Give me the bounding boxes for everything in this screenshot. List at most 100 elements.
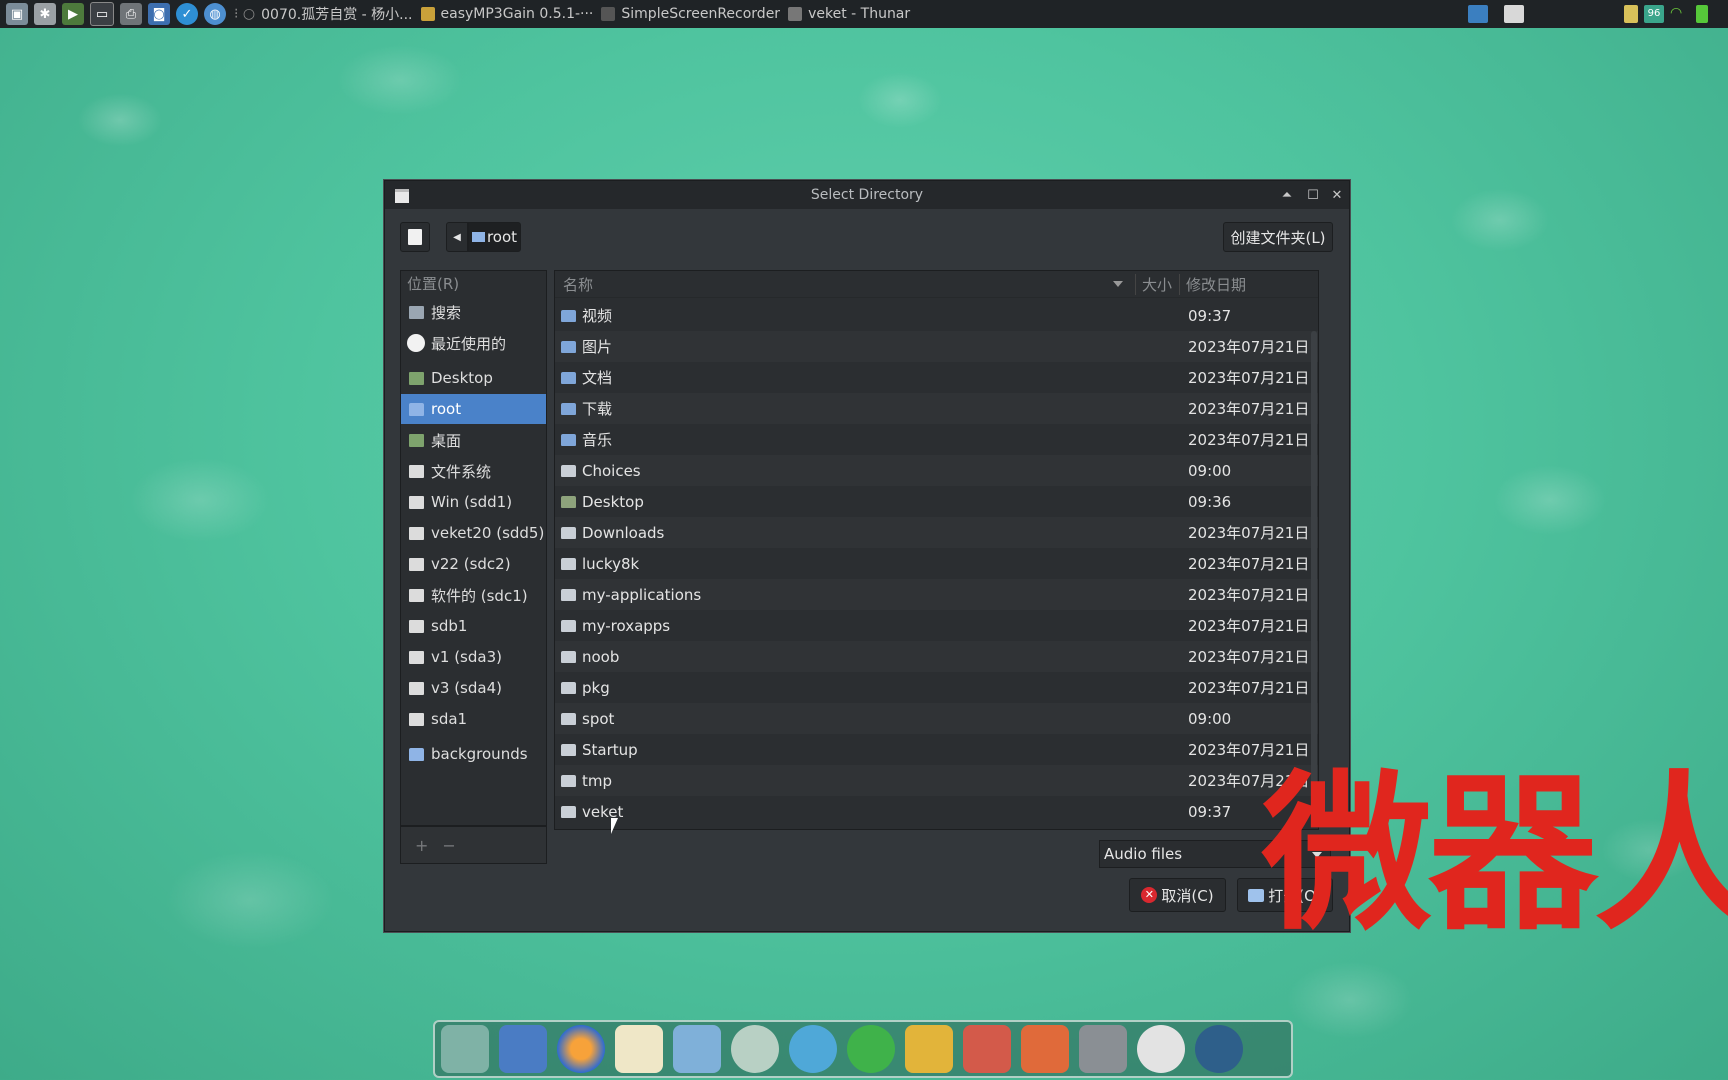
show-desktop-icon[interactable] [1504, 5, 1524, 23]
column-modified[interactable]: 修改日期 [1179, 273, 1246, 295]
file-row[interactable]: Choices 09:00 [555, 455, 1318, 486]
file-row[interactable]: my-roxapps 2023年07月21日 [555, 610, 1318, 641]
maximize-icon[interactable]: ☐ [1303, 185, 1323, 205]
file-row[interactable]: my-applications 2023年07月21日 [555, 579, 1318, 610]
close-icon[interactable]: ✕ [1327, 185, 1347, 205]
folder-icon [561, 557, 576, 570]
file-row[interactable]: tmp 2023年07月21日 [555, 765, 1318, 796]
place-sda3[interactable]: v1 (sda3) [401, 642, 546, 672]
app-menu-icon[interactable]: ▣ [6, 3, 28, 25]
globe-icon[interactable] [1195, 1025, 1243, 1073]
task-label: easyMP3Gain 0.5.1-··· [440, 6, 594, 22]
screenshot-icon[interactable]: ◙ [148, 3, 170, 25]
place-sdb1[interactable]: sdb1 [401, 611, 546, 641]
folder-icon [471, 232, 485, 242]
place-desktop[interactable]: Desktop [401, 363, 546, 393]
file-row[interactable]: lucky8k 2023年07月21日 [555, 548, 1318, 579]
file-name: Choices [582, 461, 641, 480]
file-row[interactable]: veket 09:37 [555, 796, 1318, 827]
file-row[interactable]: Startup 2023年07月21日 [555, 734, 1318, 765]
place-label: 桌面 [431, 431, 462, 450]
place-recent[interactable]: 最近使用的 [401, 328, 546, 358]
folder-icon [561, 619, 576, 632]
notepad-icon[interactable] [615, 1025, 663, 1073]
play-icon[interactable]: ▶ [62, 3, 84, 25]
sort-arrow-icon [1113, 281, 1123, 287]
file-date: 2023年07月21日 [1188, 524, 1310, 542]
task-music-player[interactable]: ⁝ ○ 0070.孤芳自赏 - 杨小... [234, 4, 413, 24]
drive-icon [409, 681, 424, 695]
check-circle-icon[interactable]: ✓ [176, 3, 198, 25]
edit-location-button[interactable] [400, 222, 430, 252]
path-root-button[interactable]: root [468, 222, 521, 252]
add-place-button[interactable]: + [415, 836, 428, 855]
clipboard-icon[interactable] [1624, 5, 1638, 23]
file-date: 2023年07月21日 [1188, 679, 1310, 697]
image-viewer-icon[interactable] [673, 1025, 721, 1073]
file-row[interactable]: 音乐 2023年07月21日 [555, 424, 1318, 455]
cancel-button[interactable]: ✕ 取消(C) [1129, 878, 1226, 912]
atom-icon[interactable] [789, 1025, 837, 1073]
place-search[interactable]: 搜索 [401, 297, 546, 327]
place-sdc1[interactable]: 软件的 (sdc1) [401, 580, 546, 610]
create-folder-button[interactable]: 创建文件夹(L) [1223, 222, 1333, 252]
column-name[interactable]: 名称 [563, 274, 1113, 295]
rocket-icon[interactable] [1021, 1025, 1069, 1073]
file-name: noob [582, 647, 620, 666]
battery-icon[interactable] [1696, 5, 1708, 23]
media-player-icon[interactable] [847, 1025, 895, 1073]
place-sda4[interactable]: v3 (sda4) [401, 673, 546, 703]
task-thunar[interactable]: veket - Thunar [788, 6, 910, 22]
file-date: 09:36 [1188, 492, 1232, 511]
place-sdc2[interactable]: v22 (sdc2) [401, 549, 546, 579]
file-date: 09:37 [1188, 802, 1232, 821]
place-desktop-cn[interactable]: 桌面 [401, 425, 546, 455]
shade-icon[interactable]: ⏶ [1277, 185, 1297, 205]
firefox-icon[interactable] [557, 1025, 605, 1073]
file-name: Downloads [582, 523, 665, 542]
notes-icon[interactable] [905, 1025, 953, 1073]
folder-icon [561, 712, 576, 725]
file-row[interactable]: 下载 2023年07月21日 [555, 393, 1318, 424]
place-sda1[interactable]: sda1 [401, 704, 546, 734]
drive-icon[interactable] [1079, 1025, 1127, 1073]
file-row[interactable]: Desktop 09:36 [555, 486, 1318, 517]
music-icon[interactable] [731, 1025, 779, 1073]
place-sdd1[interactable]: Win (sdd1) [401, 487, 546, 517]
printer-icon[interactable]: ⎙ [120, 3, 142, 25]
globe-icon[interactable]: ◍ [204, 3, 226, 25]
place-label: sdb1 [431, 617, 468, 635]
file-row[interactable]: 文档 2023年07月21日 [555, 362, 1318, 393]
task-easymp3gain[interactable]: easyMP3Gain 0.5.1-··· [420, 6, 594, 22]
place-root[interactable]: root [401, 394, 546, 424]
desktop-switch-icon[interactable] [1468, 5, 1488, 23]
column-size[interactable]: 大小 [1135, 273, 1179, 295]
file-row[interactable]: pkg 2023年07月21日 [555, 672, 1318, 703]
title-bar[interactable]: Select Directory ⏶ ☐ ✕ [385, 181, 1349, 209]
chart-icon[interactable] [963, 1025, 1011, 1073]
place-sdd5[interactable]: veket20 (sdd5) [401, 518, 546, 548]
place-filesystem[interactable]: 文件系统 [401, 456, 546, 486]
path-back-button[interactable]: ◀ [446, 222, 468, 252]
file-row[interactable]: 视频 09:37 [555, 300, 1318, 331]
file-date: 09:37 [1188, 306, 1232, 325]
remove-place-button[interactable]: − [442, 836, 455, 855]
file-date: 2023年07月21日 [1188, 431, 1310, 449]
file-row[interactable]: spot 09:00 [555, 703, 1318, 734]
file-date: 2023年07月21日 [1188, 586, 1310, 604]
file-row[interactable]: Downloads 2023年07月21日 [555, 517, 1318, 548]
file-row[interactable]: noob 2023年07月21日 [555, 641, 1318, 672]
place-backgrounds[interactable]: backgrounds [401, 739, 546, 769]
wifi-icon[interactable]: ◠ [1670, 5, 1690, 23]
files-icon[interactable] [441, 1025, 489, 1073]
monitor-icon[interactable] [499, 1025, 547, 1073]
settings-icon[interactable]: ✱ [34, 3, 56, 25]
vertical-scrollbar[interactable] [1311, 331, 1317, 821]
file-date: 09:00 [1188, 709, 1232, 728]
terminal-icon[interactable]: ▭ [90, 2, 114, 26]
file-row[interactable]: 图片 2023年07月21日 [555, 331, 1318, 362]
settings-gear-icon[interactable] [1137, 1025, 1185, 1073]
filter-value: Audio files [1104, 845, 1183, 863]
file-date: 2023年07月21日 [1188, 617, 1310, 635]
task-screen-recorder[interactable]: SimpleScreenRecorder [601, 6, 780, 22]
